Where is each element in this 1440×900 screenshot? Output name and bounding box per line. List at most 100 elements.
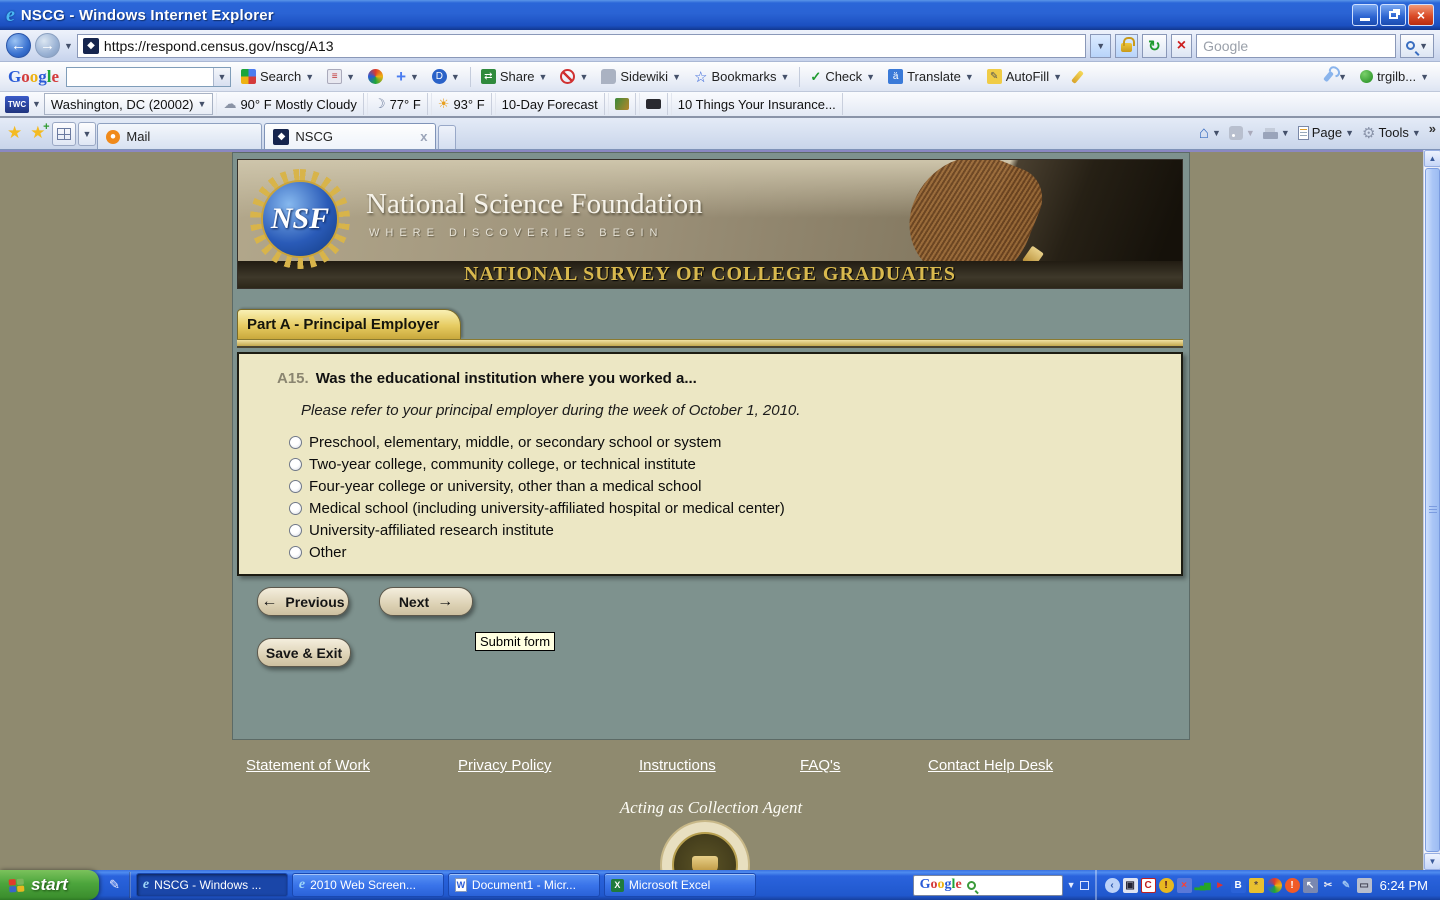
new-tab-stub[interactable] (438, 125, 456, 149)
desktop-search-caret[interactable]: ▼ (1067, 880, 1076, 890)
scroll-up-button[interactable]: ▲ (1424, 150, 1440, 167)
tray-security-shield-icon[interactable]: ! (1159, 878, 1174, 893)
home-button[interactable]: ⌂▼ (1199, 123, 1221, 143)
bookmarks-button[interactable]: ☆ Bookmarks▼ (691, 66, 792, 88)
popup-blocker-button[interactable]: ▼ (557, 67, 591, 86)
radio-option-medical[interactable]: Medical school (including university-aff… (289, 497, 1161, 519)
account-button[interactable]: trgilb...▼ (1357, 67, 1432, 86)
link-instructions[interactable]: Instructions (639, 757, 716, 774)
tray-google-icon[interactable] (1267, 878, 1282, 893)
forward-button[interactable]: → (35, 33, 60, 58)
translate-button[interactable]: ä Translate▼ (885, 67, 977, 86)
scroll-down-button[interactable]: ▼ (1424, 853, 1440, 870)
forecast-button[interactable]: 10-Day Forecast (495, 93, 605, 115)
task-excel[interactable]: X Microsoft Excel (604, 873, 756, 897)
refresh-button[interactable]: ↻ (1142, 34, 1167, 58)
radio-icon[interactable] (289, 480, 302, 493)
tray-network-error-icon[interactable]: × (1177, 878, 1192, 893)
tab-close-icon[interactable]: x (420, 129, 427, 144)
quick-tabs-button[interactable] (52, 122, 76, 146)
address-dropdown-button[interactable]: ▼ (1090, 34, 1111, 58)
google-swirl-button[interactable] (365, 67, 386, 86)
link-contact-help-desk[interactable]: Contact Help Desk (928, 757, 1053, 774)
add-favorite-button[interactable]: ★ (30, 123, 45, 143)
minimize-button[interactable] (1352, 4, 1378, 26)
toolbar-overflow-button[interactable]: » (1429, 121, 1436, 136)
radio-option-research[interactable]: University-affiliated research institute (289, 519, 1161, 541)
tray-collapse-icon[interactable]: ‹ (1105, 878, 1120, 893)
close-button[interactable]: × (1408, 4, 1434, 26)
search-go-button[interactable]: ▼ (1400, 34, 1434, 58)
feeds-button[interactable]: ▼ (1229, 126, 1255, 140)
tools-menu-button[interactable]: ⚙Tools▼ (1362, 124, 1421, 142)
autofill-button[interactable]: ✎ AutoFill▼ (984, 67, 1065, 86)
tray-signal-icon[interactable]: ▂▄▆ (1195, 878, 1210, 893)
previous-button[interactable]: ←Previous (257, 587, 349, 616)
scrollbar-thumb[interactable] (1425, 168, 1440, 852)
tab-mail[interactable]: Mail (97, 123, 262, 149)
tab-nscg[interactable]: ◆ NSCG x (264, 123, 436, 149)
radio-icon[interactable] (289, 524, 302, 537)
toolbar-settings-button[interactable]: ▼ (1323, 69, 1350, 84)
twc-logo-icon[interactable]: TWC (5, 96, 29, 113)
tray-key-icon[interactable]: * (1249, 878, 1264, 893)
back-button[interactable]: ← (6, 33, 31, 58)
radio-icon[interactable] (289, 436, 302, 449)
tab-list-button[interactable]: ▼ (78, 122, 97, 146)
history-dropdown-icon[interactable]: ▼ (64, 41, 73, 51)
radio-icon[interactable] (289, 458, 302, 471)
radio-option-two-year[interactable]: Two-year college, community college, or … (289, 453, 1161, 475)
page-menu-button[interactable]: Page▼ (1298, 125, 1354, 140)
google-search-button[interactable]: Search▼ (238, 67, 317, 86)
tray-pen-icon[interactable]: ✎ (1339, 878, 1354, 893)
browser-search-input[interactable] (1203, 38, 1389, 54)
link-privacy-policy[interactable]: Privacy Policy (458, 757, 551, 774)
news-button[interactable]: ≡▼ (324, 67, 358, 86)
radio-option-other[interactable]: Other (289, 541, 1161, 563)
favorites-button[interactable]: ★ (7, 123, 22, 143)
radio-option-four-year[interactable]: Four-year college or university, other t… (289, 475, 1161, 497)
radio-icon[interactable] (289, 546, 302, 559)
sidewiki-button[interactable]: Sidewiki▼ (598, 67, 684, 86)
spellcheck-button[interactable]: ✓ Check▼ (807, 67, 878, 87)
desktop-search-box[interactable]: Google (913, 875, 1063, 896)
tray-pointer-icon[interactable]: ↖ (1303, 878, 1318, 893)
tray-burn-icon[interactable]: C (1141, 878, 1156, 893)
vertical-scrollbar[interactable]: ▲ ▼ (1423, 150, 1440, 870)
highlighter-button[interactable] (1072, 68, 1083, 86)
browser-search-box[interactable] (1196, 34, 1396, 58)
link-statement-of-work[interactable]: Statement of Work (246, 757, 370, 774)
next-button[interactable]: Next→ (379, 587, 473, 616)
tray-monitor-icon[interactable]: ▭ (1357, 878, 1372, 893)
security-lock-button[interactable] (1115, 34, 1138, 58)
weather-location-dropdown[interactable]: Washington, DC (20002)▼ (44, 93, 214, 115)
radio-icon[interactable] (289, 502, 302, 515)
save-exit-button[interactable]: Save & Exit (257, 638, 351, 667)
link-faqs[interactable]: FAQ's (800, 757, 840, 774)
print-button[interactable]: ▼ (1263, 126, 1290, 139)
add-gadget-button[interactable]: +▼ (393, 65, 422, 89)
weather-map-button[interactable] (608, 93, 636, 115)
task-nscg[interactable]: e NSCG - Windows ... (136, 873, 288, 897)
tray-flag-icon[interactable]: ► (1213, 878, 1228, 893)
weather-headline[interactable]: 10 Things Your Insurance... (671, 93, 843, 115)
dell-button[interactable]: D▼ (429, 67, 463, 86)
quick-launch-pen-icon[interactable]: ✎ (109, 877, 120, 893)
google-toolbar-search-input[interactable]: ▼ (66, 67, 231, 87)
tray-scissors-icon[interactable]: ✂ (1321, 878, 1336, 893)
weather-video-button[interactable] (639, 93, 668, 115)
tray-bluetooth-icon[interactable]: B (1231, 878, 1246, 893)
radio-option-preschool[interactable]: Preschool, elementary, middle, or second… (289, 431, 1161, 453)
start-button[interactable]: start (0, 870, 99, 900)
tray-alert-icon[interactable]: ! (1285, 878, 1300, 893)
share-button[interactable]: ⇄ Share▼ (478, 67, 551, 86)
task-word-document[interactable]: W Document1 - Micr... (448, 873, 600, 897)
address-field[interactable]: ◆ https://respond.census.gov/nscg/A13 (77, 34, 1086, 58)
stop-button[interactable]: × (1171, 34, 1192, 58)
tray-display-icon[interactable]: ▣ (1123, 878, 1138, 893)
weather-current[interactable]: ☁ 90° F Mostly Cloudy (216, 93, 363, 115)
desktop-search-minimize[interactable] (1080, 881, 1089, 890)
task-web-screen[interactable]: e 2010 Web Screen... (292, 873, 444, 897)
weather-low[interactable]: ☽ 77° F (367, 93, 428, 115)
restore-button[interactable] (1380, 4, 1406, 26)
